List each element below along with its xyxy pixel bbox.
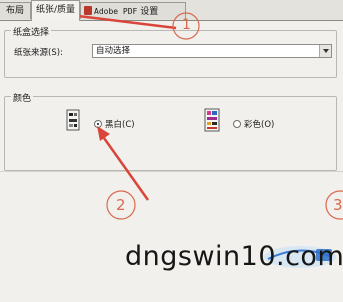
watermark-text: dngswin10.com xyxy=(125,241,343,272)
marker-1: 1 xyxy=(182,17,191,33)
marker-2: 2 xyxy=(116,196,126,214)
tab-paper-quality-label: 纸张/质量 xyxy=(35,5,76,15)
marker-3: 3 xyxy=(333,196,343,214)
arrow-2 xyxy=(97,126,150,201)
tab-paper-quality[interactable]: 纸张/质量 xyxy=(31,0,80,21)
